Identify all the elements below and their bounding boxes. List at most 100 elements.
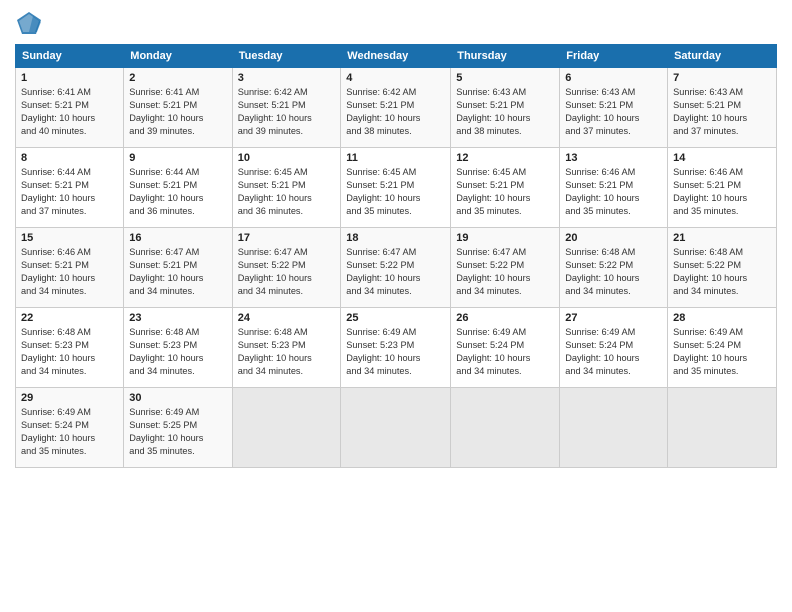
- day-info: Sunrise: 6:44 AM Sunset: 5:21 PM Dayligh…: [129, 166, 226, 218]
- day-info: Sunrise: 6:47 AM Sunset: 5:22 PM Dayligh…: [346, 246, 445, 298]
- day-cell: 21 Sunrise: 6:48 AM Sunset: 5:22 PM Dayli…: [668, 228, 777, 308]
- day-cell: 2 Sunrise: 6:41 AM Sunset: 5:21 PM Daylig…: [124, 68, 232, 148]
- header-thursday: Thursday: [451, 45, 560, 68]
- day-info: Sunrise: 6:46 AM Sunset: 5:21 PM Dayligh…: [565, 166, 662, 218]
- day-info: Sunrise: 6:49 AM Sunset: 5:23 PM Dayligh…: [346, 326, 445, 378]
- day-number: 16: [129, 232, 226, 244]
- day-info: Sunrise: 6:46 AM Sunset: 5:21 PM Dayligh…: [21, 246, 118, 298]
- day-cell: 16 Sunrise: 6:47 AM Sunset: 5:21 PM Dayli…: [124, 228, 232, 308]
- day-number: 28: [673, 312, 771, 324]
- day-number: 8: [21, 152, 118, 164]
- day-info: Sunrise: 6:49 AM Sunset: 5:25 PM Dayligh…: [129, 406, 226, 458]
- day-cell: 7 Sunrise: 6:43 AM Sunset: 5:21 PM Daylig…: [668, 68, 777, 148]
- day-cell: [668, 388, 777, 468]
- week-row-3: 15Sunrise: 6:46 AM Sunset: 5:21 PM Dayli…: [16, 228, 777, 308]
- day-info: Sunrise: 6:49 AM Sunset: 5:24 PM Dayligh…: [565, 326, 662, 378]
- day-number: 12: [456, 152, 554, 164]
- day-info: Sunrise: 6:48 AM Sunset: 5:23 PM Dayligh…: [238, 326, 336, 378]
- day-cell: 5 Sunrise: 6:43 AM Sunset: 5:21 PM Daylig…: [451, 68, 560, 148]
- day-cell: 27 Sunrise: 6:49 AM Sunset: 5:24 PM Dayli…: [560, 308, 668, 388]
- day-info: Sunrise: 6:48 AM Sunset: 5:23 PM Dayligh…: [129, 326, 226, 378]
- day-cell: 14Sunrise: 6:46 AM Sunset: 5:21 PM Dayli…: [668, 148, 777, 228]
- day-cell: 1 Sunrise: 6:41 AM Sunset: 5:21 PM Daylig…: [16, 68, 124, 148]
- week-row-4: 22 Sunrise: 6:48 AM Sunset: 5:23 PM Dayli…: [16, 308, 777, 388]
- day-number: 10: [238, 152, 336, 164]
- day-cell: 29 Sunrise: 6:49 AM Sunset: 5:24 PM Dayli…: [16, 388, 124, 468]
- day-cell: 24 Sunrise: 6:48 AM Sunset: 5:23 PM Dayli…: [232, 308, 341, 388]
- day-cell: 19 Sunrise: 6:47 AM Sunset: 5:22 PM Dayli…: [451, 228, 560, 308]
- day-info: Sunrise: 6:43 AM Sunset: 5:21 PM Dayligh…: [673, 86, 771, 138]
- logo: [15, 10, 47, 38]
- day-info: Sunrise: 6:47 AM Sunset: 5:22 PM Dayligh…: [456, 246, 554, 298]
- day-number: 22: [21, 312, 118, 324]
- day-number: 9: [129, 152, 226, 164]
- day-number: 5: [456, 72, 554, 84]
- day-number: 24: [238, 312, 336, 324]
- day-info: Sunrise: 6:46 AM Sunset: 5:21 PM Dayligh…: [673, 166, 771, 218]
- day-number: 18: [346, 232, 445, 244]
- day-cell: 10 Sunrise: 6:45 AM Sunset: 5:21 PM Dayli…: [232, 148, 341, 228]
- day-number: 7: [673, 72, 771, 84]
- day-cell: 20 Sunrise: 6:48 AM Sunset: 5:22 PM Dayli…: [560, 228, 668, 308]
- day-cell: 11 Sunrise: 6:45 AM Sunset: 5:21 PM Dayli…: [341, 148, 451, 228]
- header-wednesday: Wednesday: [341, 45, 451, 68]
- day-number: 19: [456, 232, 554, 244]
- header-row-days: SundayMondayTuesdayWednesdayThursdayFrid…: [16, 45, 777, 68]
- day-cell: 26 Sunrise: 6:49 AM Sunset: 5:24 PM Dayli…: [451, 308, 560, 388]
- day-number: 6: [565, 72, 662, 84]
- day-cell: 23Sunrise: 6:48 AM Sunset: 5:23 PM Dayli…: [124, 308, 232, 388]
- day-cell: 30Sunrise: 6:49 AM Sunset: 5:25 PM Dayli…: [124, 388, 232, 468]
- day-cell: 28 Sunrise: 6:49 AM Sunset: 5:24 PM Dayli…: [668, 308, 777, 388]
- day-cell: 15Sunrise: 6:46 AM Sunset: 5:21 PM Dayli…: [16, 228, 124, 308]
- header-sunday: Sunday: [16, 45, 124, 68]
- day-number: 3: [238, 72, 336, 84]
- day-info: Sunrise: 6:48 AM Sunset: 5:23 PM Dayligh…: [21, 326, 118, 378]
- day-info: Sunrise: 6:45 AM Sunset: 5:21 PM Dayligh…: [238, 166, 336, 218]
- calendar-container: SundayMondayTuesdayWednesdayThursdayFrid…: [0, 0, 792, 478]
- day-info: Sunrise: 6:48 AM Sunset: 5:22 PM Dayligh…: [565, 246, 662, 298]
- day-info: Sunrise: 6:47 AM Sunset: 5:21 PM Dayligh…: [129, 246, 226, 298]
- day-cell: 9 Sunrise: 6:44 AM Sunset: 5:21 PM Daylig…: [124, 148, 232, 228]
- logo-icon: [15, 10, 43, 38]
- day-info: Sunrise: 6:49 AM Sunset: 5:24 PM Dayligh…: [673, 326, 771, 378]
- header-monday: Monday: [124, 45, 232, 68]
- day-cell: 4Sunrise: 6:42 AM Sunset: 5:21 PM Daylig…: [341, 68, 451, 148]
- day-cell: 17 Sunrise: 6:47 AM Sunset: 5:22 PM Dayli…: [232, 228, 341, 308]
- header-row: [15, 10, 777, 38]
- header-saturday: Saturday: [668, 45, 777, 68]
- day-info: Sunrise: 6:47 AM Sunset: 5:22 PM Dayligh…: [238, 246, 336, 298]
- day-number: 20: [565, 232, 662, 244]
- day-cell: 18 Sunrise: 6:47 AM Sunset: 5:22 PM Dayli…: [341, 228, 451, 308]
- day-info: Sunrise: 6:43 AM Sunset: 5:21 PM Dayligh…: [565, 86, 662, 138]
- day-cell: [560, 388, 668, 468]
- day-cell: 12 Sunrise: 6:45 AM Sunset: 5:21 PM Dayli…: [451, 148, 560, 228]
- day-info: Sunrise: 6:42 AM Sunset: 5:21 PM Dayligh…: [346, 86, 445, 138]
- calendar-table: SundayMondayTuesdayWednesdayThursdayFrid…: [15, 44, 777, 468]
- day-cell: 13 Sunrise: 6:46 AM Sunset: 5:21 PM Dayli…: [560, 148, 668, 228]
- day-number: 21: [673, 232, 771, 244]
- day-info: Sunrise: 6:41 AM Sunset: 5:21 PM Dayligh…: [129, 86, 226, 138]
- day-info: Sunrise: 6:45 AM Sunset: 5:21 PM Dayligh…: [456, 166, 554, 218]
- day-info: Sunrise: 6:45 AM Sunset: 5:21 PM Dayligh…: [346, 166, 445, 218]
- week-row-5: 29 Sunrise: 6:49 AM Sunset: 5:24 PM Dayli…: [16, 388, 777, 468]
- day-number: 25: [346, 312, 445, 324]
- day-number: 11: [346, 152, 445, 164]
- day-info: Sunrise: 6:48 AM Sunset: 5:22 PM Dayligh…: [673, 246, 771, 298]
- day-cell: 6 Sunrise: 6:43 AM Sunset: 5:21 PM Daylig…: [560, 68, 668, 148]
- day-info: Sunrise: 6:49 AM Sunset: 5:24 PM Dayligh…: [21, 406, 118, 458]
- day-number: 29: [21, 392, 118, 404]
- day-cell: [232, 388, 341, 468]
- day-info: Sunrise: 6:43 AM Sunset: 5:21 PM Dayligh…: [456, 86, 554, 138]
- day-number: 13: [565, 152, 662, 164]
- day-cell: 3 Sunrise: 6:42 AM Sunset: 5:21 PM Daylig…: [232, 68, 341, 148]
- day-info: Sunrise: 6:41 AM Sunset: 5:21 PM Dayligh…: [21, 86, 118, 138]
- day-number: 2: [129, 72, 226, 84]
- day-cell: [451, 388, 560, 468]
- day-number: 27: [565, 312, 662, 324]
- day-info: Sunrise: 6:49 AM Sunset: 5:24 PM Dayligh…: [456, 326, 554, 378]
- day-info: Sunrise: 6:42 AM Sunset: 5:21 PM Dayligh…: [238, 86, 336, 138]
- day-number: 17: [238, 232, 336, 244]
- day-number: 1: [21, 72, 118, 84]
- day-number: 26: [456, 312, 554, 324]
- calendar-header: SundayMondayTuesdayWednesdayThursdayFrid…: [16, 45, 777, 68]
